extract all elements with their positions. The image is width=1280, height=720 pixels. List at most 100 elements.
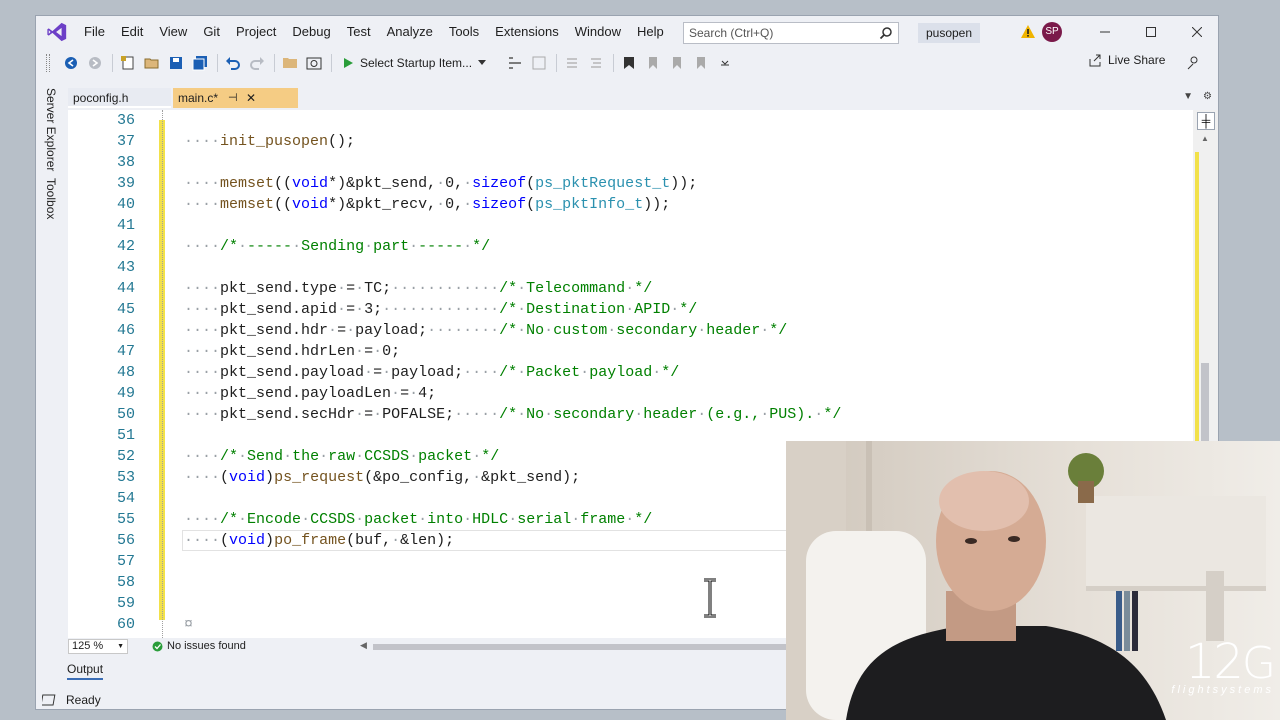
line-number: 58 [116,574,135,591]
new-project-icon [121,56,134,70]
menu-help[interactable]: Help [629,16,672,48]
tab-label: poconfig.h [73,91,129,105]
bookmark-prev-icon [649,57,658,69]
zoom-dropdown[interactable]: 125 % ▼ [68,639,128,654]
code-text: ····/*·Send·the·raw·CCSDS·packet·*/ [184,448,500,465]
tabrow-controls: ▼ ⚙ [1183,91,1212,102]
line-number: 44 [116,280,135,297]
bookmark-next-icon [673,57,682,69]
save-icon [170,57,182,69]
bookmark-icon [624,57,635,69]
line-number: 48 [116,364,135,381]
code-line: 42 ····/*·-----·Sending·part·-----·*/ [68,236,1193,257]
line-number: 54 [116,490,135,507]
scroll-up-icon[interactable]: ▲ [1201,134,1209,143]
menu-debug[interactable]: Debug [284,16,338,48]
undo-icon [226,57,240,70]
horizontal-scrollbar-thumb[interactable] [373,644,823,650]
comment-button[interactable] [561,52,583,74]
warning-icon[interactable] [1020,24,1036,39]
redo-button[interactable] [246,52,268,74]
tab-poconfig-h[interactable]: poconfig.h [68,88,171,108]
menu-test[interactable]: Test [339,16,379,48]
code-text: ····pkt_send.type·=·TC;············/*·Te… [184,280,653,297]
open-folder-button[interactable] [279,52,301,74]
forward-button[interactable] [84,52,106,74]
code-line: 50 ····pkt_send.secHdr·=·POFALSE;·····/*·… [68,404,1193,425]
toolbar-overflow-button[interactable] [714,52,736,74]
tab-close-icon[interactable]: ✕ [246,88,256,108]
menu-analyze[interactable]: Analyze [379,16,441,48]
pin-icon[interactable]: ⊣ [228,88,238,108]
code-text: ¤ [184,616,194,633]
line-number: 46 [116,322,135,339]
line-number: 38 [116,154,135,171]
save-all-button[interactable] [189,52,211,74]
settings-gear-icon[interactable]: ⚙ [1203,91,1212,102]
layout-button[interactable] [528,52,550,74]
status-text: Ready [66,692,101,707]
save-all-icon [192,56,207,71]
code-text: ····/*·-----·Sending·part·-----·*/ [184,238,491,255]
search-input[interactable]: Search (Ctrl+Q) [683,22,899,44]
open-file-button[interactable] [141,52,163,74]
maximize-button[interactable] [1128,16,1174,48]
scroll-left-icon[interactable]: ◀ [360,640,367,651]
save-button[interactable] [165,52,187,74]
code-line: 47 ····pkt_send.hdrLen·=·0; [68,341,1193,362]
play-icon [344,58,353,68]
output-tab[interactable]: Output [67,662,104,680]
undo-button[interactable] [222,52,244,74]
menu-extensions[interactable]: Extensions [487,16,567,48]
tab-list-dropdown-icon[interactable]: ▼ [1183,91,1193,102]
new-project-button[interactable] [117,52,139,74]
folder-icon [283,58,297,68]
code-line: 49 ····pkt_send.payloadLen·=·4; [68,383,1193,404]
step-over-button[interactable] [504,52,526,74]
menu-project[interactable]: Project [228,16,284,48]
brand-number: 12 [1184,634,1244,690]
line-number: 52 [116,448,135,465]
line-number: 41 [116,217,135,234]
code-text: ····memset((void*)&pkt_send,·0,·sizeof(p… [184,175,698,192]
tab-label: main.c* [178,91,219,105]
line-number: 43 [116,259,135,276]
line-number: 59 [116,595,135,612]
menu-file[interactable]: File [76,16,113,48]
prev-bookmark-button[interactable] [642,52,664,74]
line-number: 50 [116,406,135,423]
minimize-button[interactable] [1082,16,1128,48]
brand-subtitle: flightsystems [1171,684,1274,696]
close-window-button[interactable] [1174,16,1218,48]
menu-git[interactable]: Git [195,16,228,48]
server-explorer-tab[interactable]: Server Explorer [44,88,58,171]
menu-tools[interactable]: Tools [441,16,487,48]
uncomment-button[interactable] [585,52,607,74]
visual-studio-logo-icon[interactable] [46,21,68,43]
pin-person-icon [1187,56,1198,70]
bookmark-button[interactable] [618,52,640,74]
code-text: ····pkt_send.payloadLen·=·4; [184,385,437,402]
toolbar-separator [613,54,615,72]
toolbar-grip[interactable] [46,54,50,72]
screenshot-button[interactable] [303,52,325,74]
minimize-icon [1100,31,1110,33]
toolbar-separator [556,54,558,72]
close-icon [1192,27,1202,37]
toolbox-tab[interactable]: Toolbox [44,178,58,219]
back-button[interactable] [60,52,82,74]
live-share-button[interactable]: Live Share [1088,53,1165,67]
next-bookmark-button[interactable] [666,52,688,74]
feedback-button[interactable] [1182,52,1204,74]
clear-bookmarks-button[interactable] [690,52,712,74]
line-number: 37 [116,133,135,150]
issues-indicator[interactable]: No issues found [152,640,246,652]
tab-main-c[interactable]: main.c* ⊣ ✕ [173,88,298,108]
user-avatar[interactable]: SP [1042,22,1062,42]
split-editor-icon[interactable]: ╪ [1197,112,1215,130]
menu-edit[interactable]: Edit [113,16,151,48]
document-tab-row: poconfig.h main.c* ⊣ ✕ ▼ ⚙ [68,88,1218,108]
startup-item-dropdown[interactable]: Select Startup Item... [342,56,487,70]
menu-window[interactable]: Window [567,16,629,48]
menu-view[interactable]: View [151,16,195,48]
